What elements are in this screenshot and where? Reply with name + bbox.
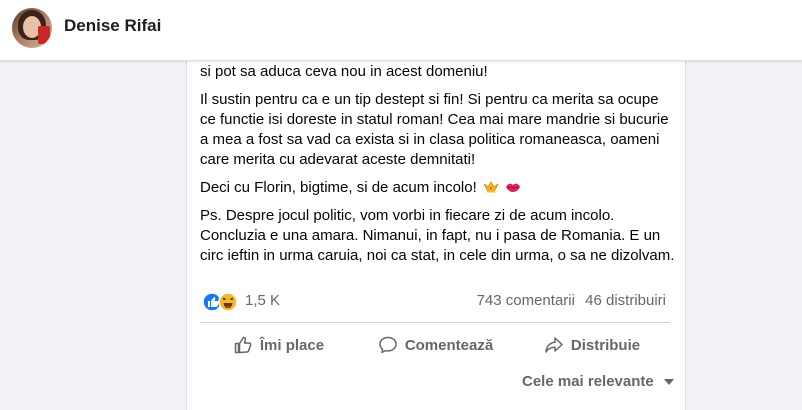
- comments-count[interactable]: 743 comentarii: [477, 292, 575, 309]
- post-paragraph: Ps. Despre jocul politic, vom vorbi in f…: [200, 207, 675, 264]
- share-button[interactable]: Distribuie: [514, 328, 670, 362]
- profile-name[interactable]: Denise Rifai: [64, 16, 161, 36]
- post-paragraph-text: Deci cu Florin, bigtime, si de acum inco…: [200, 179, 477, 196]
- post-paragraph: Il sustin pentru ca e un tip destept si …: [200, 91, 669, 168]
- share-icon: [545, 337, 563, 353]
- lips-icon: [506, 183, 521, 192]
- reactions-bar: 1,5 K 743 comentarii 46 distribuiri: [200, 291, 670, 313]
- comment-icon: [379, 336, 397, 354]
- reaction-icons[interactable]: [202, 292, 242, 312]
- reaction-count[interactable]: 1,5 K: [245, 292, 280, 309]
- thumbs-up-icon: [234, 336, 252, 354]
- like-label: Îmi place: [259, 336, 325, 354]
- post-text: fost primul - dintr-o serie de multi- ca…: [200, 42, 675, 274]
- chevron-down-icon: [663, 379, 674, 385]
- comment-sort-dropdown[interactable]: Cele mai relevante: [522, 373, 674, 390]
- crown-icon: [483, 181, 499, 193]
- divider: [200, 322, 670, 323]
- engagement-stats: 743 comentarii 46 distribuiri: [471, 292, 666, 309]
- like-button[interactable]: Îmi place: [200, 328, 357, 362]
- action-bar: Îmi place Comentează Distribuie: [200, 328, 670, 362]
- comment-button[interactable]: Comentează: [357, 328, 514, 362]
- sort-label: Cele mai relevante: [522, 373, 654, 390]
- avatar[interactable]: [12, 8, 52, 48]
- post-paragraph: Deci cu Florin, bigtime, si de acum inco…: [200, 178, 675, 198]
- share-label: Distribuie: [570, 336, 641, 354]
- haha-icon: [218, 292, 238, 312]
- comment-label: Comentează: [404, 336, 494, 354]
- profile-header: Denise Rifai: [0, 0, 802, 61]
- shares-count[interactable]: 46 distribuiri: [585, 292, 666, 309]
